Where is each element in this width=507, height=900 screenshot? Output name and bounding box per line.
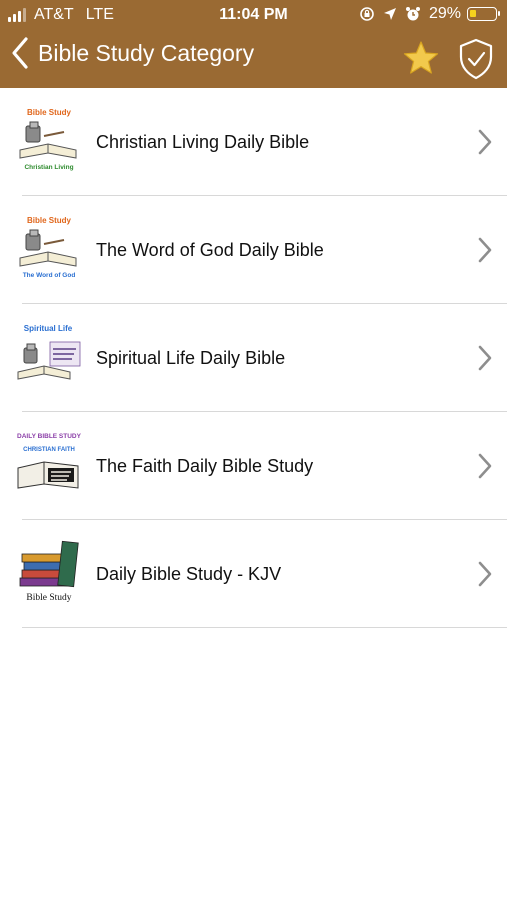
category-thumbnail: Spiritual Life bbox=[14, 322, 84, 390]
list-item-label: Daily Bible Study - KJV bbox=[96, 564, 282, 584]
category-thumbnail: Bible Study The Word of God bbox=[14, 214, 84, 282]
shield-check-icon bbox=[459, 38, 493, 80]
list-item-label: The Word of God Daily Bible bbox=[96, 240, 324, 260]
chevron-right-icon bbox=[478, 129, 492, 155]
list-item[interactable]: Bible Study Daily Bible Study - KJV bbox=[0, 520, 507, 628]
chevron-right-icon bbox=[478, 345, 492, 371]
thumb-caption-bottom: Bible Study bbox=[26, 593, 71, 603]
category-thumbnail: Bible Study bbox=[14, 538, 84, 606]
battery-icon bbox=[467, 7, 500, 21]
book-stack-icon: Bible Study bbox=[19, 540, 79, 603]
chevron-left-icon bbox=[12, 37, 28, 69]
list-item-label: Christian Living Daily Bible bbox=[96, 132, 310, 152]
category-thumbnail: DAILY BIBLE STUDY CHRISTIAN FAITH bbox=[14, 430, 84, 498]
screen-lock-icon bbox=[360, 7, 374, 21]
status-bar: AT&T LTE 11:04 PM 29% bbox=[0, 0, 507, 30]
open-bible-icon: Bible Study The Word of God bbox=[19, 216, 77, 279]
row-divider bbox=[22, 627, 507, 628]
battery-fill bbox=[470, 10, 477, 17]
chevron-right-icon bbox=[478, 453, 492, 479]
chevron-right-icon bbox=[478, 237, 492, 263]
thumb-caption-bottom: CHRISTIAN FAITH bbox=[23, 447, 75, 453]
thumb-caption-top: DAILY BIBLE STUDY bbox=[17, 433, 82, 440]
thumb-caption-top: Spiritual Life bbox=[24, 324, 73, 333]
thumb-caption-bottom: Christian Living bbox=[24, 164, 73, 171]
list-item-label: The Faith Daily Bible Study bbox=[96, 456, 314, 476]
thumb-caption-top: Bible Study bbox=[27, 108, 72, 117]
nav-bar: Bible Study Category bbox=[0, 30, 507, 88]
category-list: Bible Study Christian Living Christian L… bbox=[0, 88, 507, 628]
page-title: Bible Study Category bbox=[38, 39, 255, 66]
alarm-icon bbox=[405, 7, 420, 21]
list-item[interactable]: Spiritual Life Spiritual Life Daily Bibl… bbox=[0, 304, 507, 412]
category-thumbnail: Bible Study Christian Living bbox=[14, 106, 84, 174]
chevron-right-icon bbox=[478, 561, 492, 587]
status-right: 29% bbox=[351, 5, 500, 23]
top-bar: AT&T LTE 11:04 PM 29% Bible Study Catego… bbox=[0, 0, 507, 88]
list-item[interactable]: Bible Study Christian Living Christian L… bbox=[0, 88, 507, 196]
open-bible-icon: Bible Study Christian Living bbox=[19, 108, 77, 171]
thumb-caption-top: Bible Study bbox=[27, 216, 72, 225]
thumb-caption-bottom: The Word of God bbox=[23, 272, 76, 279]
open-bible-icon: DAILY BIBLE STUDY CHRISTIAN FAITH bbox=[17, 433, 82, 489]
open-bible-icon: Spiritual Life bbox=[17, 324, 81, 380]
list-item-label: Spiritual Life Daily Bible bbox=[96, 348, 286, 368]
favorite-button[interactable] bbox=[402, 40, 440, 81]
shield-button[interactable] bbox=[457, 38, 495, 85]
star-icon bbox=[403, 41, 439, 74]
back-button[interactable]: Bible Study Category bbox=[10, 36, 254, 70]
list-item[interactable]: DAILY BIBLE STUDY CHRISTIAN FAITH The Fa… bbox=[0, 412, 507, 520]
list-item[interactable]: Bible Study The Word of God The Word of … bbox=[0, 196, 507, 304]
location-icon bbox=[383, 8, 396, 20]
battery-percent: 29% bbox=[428, 5, 461, 22]
